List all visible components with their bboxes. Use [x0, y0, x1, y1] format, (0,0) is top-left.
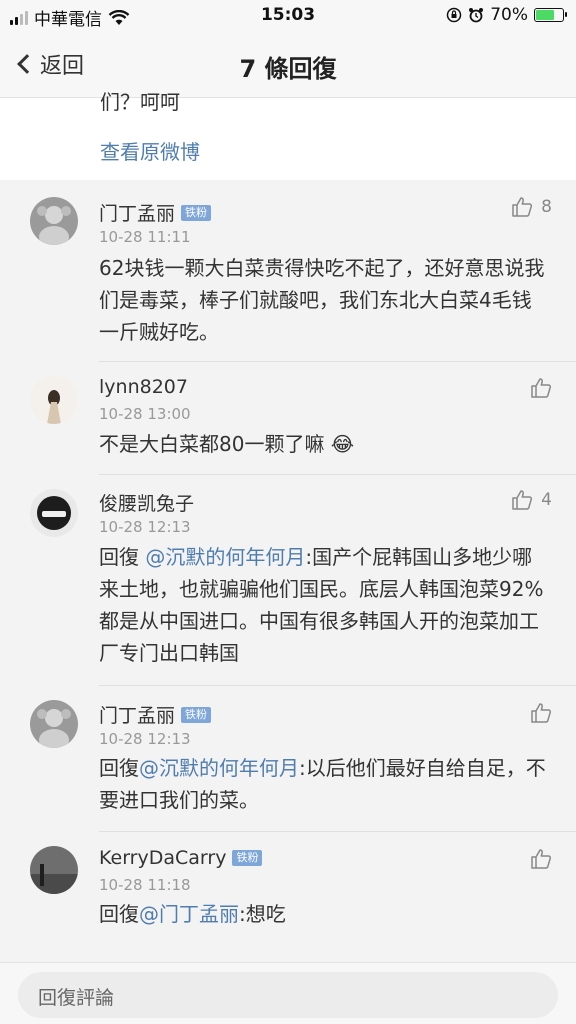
- comment-text: 回復 @沉默的何年何月:国产个屁韩国山多地少哪来土地，也就骗骗他们国民。底层人韩…: [99, 541, 551, 669]
- thumbs-up-icon: [512, 490, 533, 510]
- orientation-lock-icon: [446, 7, 462, 23]
- comment-text: 不是大白菜都80一颗了嘛 😂: [99, 432, 355, 456]
- page-title: 7 條回復: [239, 55, 337, 83]
- comment-time: 10-28 11:11: [99, 228, 191, 246]
- avatar[interactable]: [30, 489, 78, 537]
- comment-text: 回復@门丁孟丽:想吃: [99, 898, 551, 930]
- like-button[interactable]: 4: [511, 489, 552, 511]
- comment-author[interactable]: 俊腰凯兔子: [99, 489, 194, 516]
- battery-icon: [534, 8, 567, 22]
- like-button[interactable]: [530, 848, 552, 870]
- reply-input[interactable]: 回復評論: [18, 972, 558, 1018]
- like-count: 4: [541, 490, 552, 510]
- alarm-icon: [469, 8, 484, 23]
- like-button[interactable]: [530, 377, 552, 399]
- thumbs-up-icon: [512, 197, 533, 217]
- avatar[interactable]: [30, 846, 78, 894]
- comment-text: 62块钱一颗大白菜贵得快吃不起了，还好意思说我们是毒菜，棒子们就酸吧，我们东北大…: [99, 256, 545, 344]
- original-post-text: 们？呵呵: [100, 90, 180, 114]
- comment-item: lynn8207 10-28 13:00 不是大白菜都80一颗了嘛 😂: [0, 362, 576, 475]
- reply-prefix: 回復: [99, 756, 139, 780]
- view-original-link[interactable]: 查看原微博: [100, 136, 200, 165]
- reply-prefix: 回復: [99, 545, 146, 569]
- avatar[interactable]: [30, 197, 78, 245]
- comment-time: 10-28 12:13: [99, 518, 191, 536]
- battery-percent: 70%: [490, 5, 528, 25]
- comment-author[interactable]: 门丁孟丽: [99, 199, 175, 226]
- comment-time: 10-28 12:13: [99, 730, 191, 748]
- fan-badge: 铁粉: [181, 706, 212, 723]
- fan-badge: 铁粉: [181, 204, 212, 221]
- comment-list: 门丁孟丽 铁粉 10-28 11:11 62块钱一颗大白菜贵得快吃不起了，还好意…: [0, 180, 576, 962]
- original-post: 们？呵呵 查看原微博: [0, 90, 576, 180]
- comment-time: 10-28 11:18: [99, 876, 191, 894]
- comment-item: 俊腰凯兔子 10-28 12:13 回復 @沉默的何年何月:国产个屁韩国山多地少…: [0, 475, 576, 686]
- avatar[interactable]: [30, 700, 78, 748]
- comment-author[interactable]: 门丁孟丽: [99, 701, 175, 728]
- fan-badge: 铁粉: [232, 850, 263, 866]
- status-bar: 中華電信 15:03 70%: [0, 0, 576, 32]
- comment-body: :想吃: [239, 902, 286, 926]
- like-button[interactable]: [530, 702, 552, 724]
- comment-text: 回復@沉默的何年何月:以后他们最好自给自足，不要进口我们的菜。: [99, 752, 551, 816]
- thumbs-up-icon: [531, 378, 552, 398]
- mention-link[interactable]: @沉默的何年何月: [139, 756, 299, 780]
- mention-link[interactable]: @沉默的何年何月: [145, 545, 305, 569]
- nav-bar: 返回 7 條回復: [0, 32, 576, 98]
- avatar[interactable]: [30, 376, 78, 424]
- reply-prefix: 回復: [99, 902, 139, 926]
- comment-time: 10-28 13:00: [99, 405, 191, 423]
- comment-item: 门丁孟丽 铁粉 10-28 12:13 回復@沉默的何年何月:以后他们最好自给自…: [0, 686, 576, 832]
- thumbs-up-icon: [531, 703, 552, 723]
- like-button[interactable]: 8: [511, 196, 552, 218]
- thumbs-up-icon: [531, 849, 552, 869]
- comment-author[interactable]: KerryDaCarry: [99, 847, 226, 869]
- mention-link[interactable]: @门丁孟丽: [139, 902, 239, 926]
- comment-item: KerryDaCarry 铁粉 10-28 11:18 回復@门丁孟丽:想吃: [0, 832, 576, 962]
- like-count: 8: [541, 197, 552, 217]
- comment-item: 门丁孟丽 铁粉 10-28 11:11 62块钱一颗大白菜贵得快吃不起了，还好意…: [0, 180, 576, 362]
- reply-bar: 回復評論: [0, 962, 576, 1024]
- comment-author[interactable]: lynn8207: [99, 376, 188, 398]
